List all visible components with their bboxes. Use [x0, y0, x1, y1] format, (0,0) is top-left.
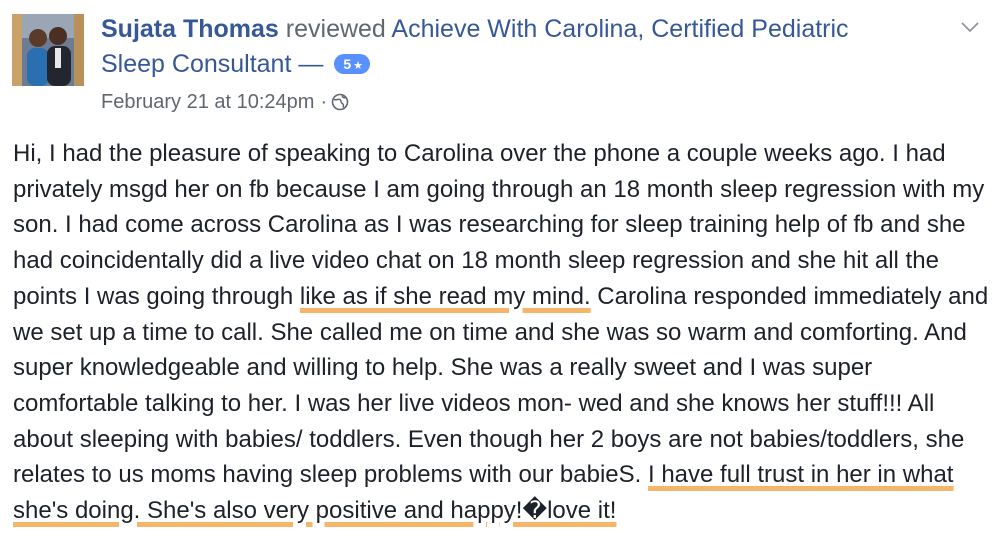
rating-value: 5	[343, 56, 352, 72]
header-separator: —	[298, 50, 324, 78]
author-name[interactable]: Sujata Thomas	[101, 15, 279, 43]
action-text: reviewed	[285, 15, 386, 43]
post-timestamp[interactable]: February 21 at 10:24pm	[101, 91, 314, 113]
chevron-down-icon[interactable]	[958, 18, 982, 36]
review-text-segment: Carolina responded immediately and we se…	[13, 282, 989, 489]
rating-badge: 5 ★	[334, 54, 370, 74]
post-header: Sujata Thomas reviewed Achieve With Caro…	[101, 12, 901, 82]
post-meta: February 21 at 10:24pm ·	[101, 88, 349, 119]
highlighted-text-segment: like as if she read my mind.	[299, 282, 591, 310]
globe-icon[interactable]	[331, 91, 349, 119]
profile-photo	[12, 14, 84, 86]
review-post: Sujata Thomas reviewed Achieve With Caro…	[0, 0, 1002, 560]
star-icon: ★	[353, 60, 363, 72]
meta-separator: ·	[320, 91, 328, 113]
review-text: Hi, I had the pleasure of speaking to Ca…	[13, 136, 998, 529]
author-avatar[interactable]	[12, 14, 84, 86]
